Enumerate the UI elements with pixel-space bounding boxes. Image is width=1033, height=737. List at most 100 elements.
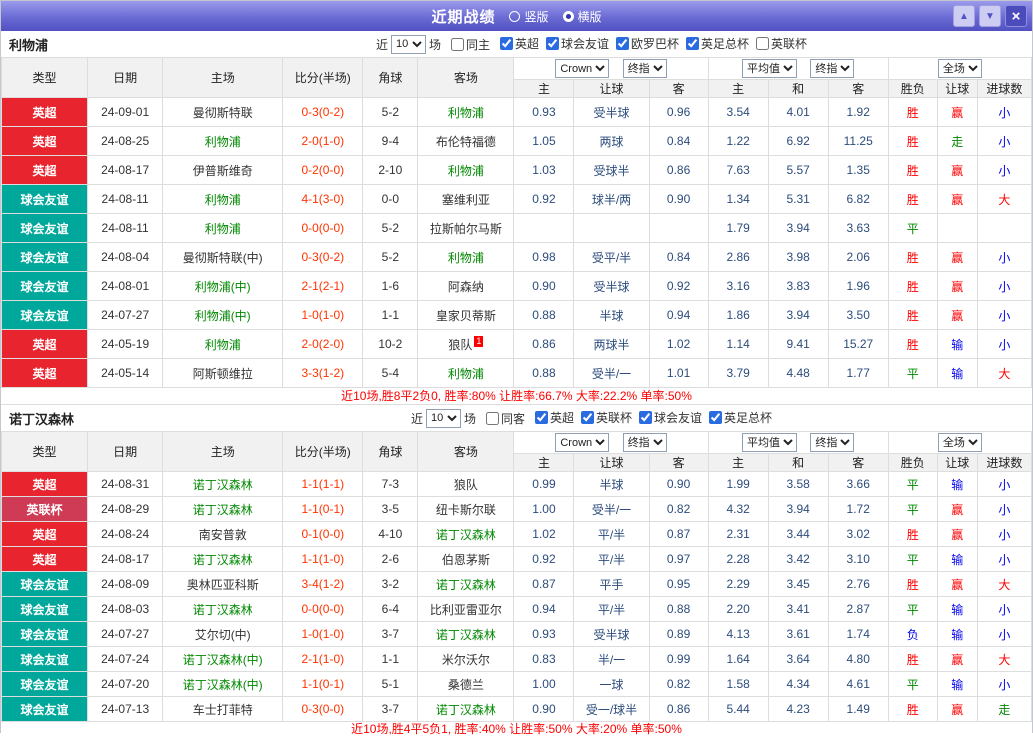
goals-mark: 小 bbox=[976, 271, 1033, 301]
handicap-mark: 输 bbox=[936, 329, 978, 359]
match-row: 英超 24-05-19 利物浦 2-0(2-0) 10-2 狼队 1 0.86 两球半 1.02 1… bbox=[0, 329, 1033, 359]
league-filter[interactable]: 球会友谊 bbox=[632, 409, 702, 426]
home-team: 诺丁汉森林(中) bbox=[162, 671, 284, 697]
subcol-handicap-result: 让球 bbox=[936, 453, 978, 472]
scroll-up-button[interactable]: ▲ bbox=[953, 5, 975, 27]
team-name: 利物浦 bbox=[204, 337, 241, 352]
avg-odds-value: 3.94 bbox=[767, 300, 829, 330]
avg-stage-select[interactable]: 终指 bbox=[810, 433, 855, 452]
odds-value: 0.90 bbox=[648, 471, 709, 497]
league-filter[interactable]: 英联杯 bbox=[574, 409, 632, 426]
same-side-filter[interactable]: 同主 bbox=[444, 36, 490, 53]
avg-odds-value: 2.86 bbox=[707, 242, 769, 272]
league-checkbox[interactable] bbox=[756, 37, 770, 50]
match-row: 英超 24-05-14 阿斯顿维拉 3-3(1-2) 5-4 利物浦 0.88 受半/一 1.0… bbox=[0, 358, 1033, 388]
match-score: 0-2(0-0) bbox=[282, 155, 364, 185]
team-name: 阿森纳 bbox=[447, 279, 484, 294]
league-checkbox[interactable] bbox=[534, 411, 548, 424]
league-filter[interactable]: 英超 bbox=[528, 409, 574, 426]
league-checkbox[interactable] bbox=[581, 411, 594, 424]
league-checkbox[interactable] bbox=[639, 411, 653, 424]
team-name: 阿斯顿维拉 bbox=[192, 366, 253, 381]
team-name: 布伦特福德 bbox=[435, 134, 496, 149]
goals-mark: 大 bbox=[976, 184, 1033, 214]
league-filter[interactable]: 欧罗巴杯 bbox=[609, 35, 679, 52]
near-label: 近 bbox=[375, 37, 388, 52]
away-team: 诺丁汉森林 bbox=[417, 621, 515, 647]
result-mark: 负 bbox=[887, 621, 938, 647]
league-checkbox[interactable] bbox=[616, 37, 630, 50]
match-score: 4-1(3-0) bbox=[282, 184, 364, 214]
odds-value: 平手 bbox=[573, 571, 650, 597]
avg-odds-value: 9.41 bbox=[767, 329, 829, 359]
layout-radio-horizontal[interactable]: 横版 bbox=[562, 8, 602, 25]
away-team: 利物浦 bbox=[417, 358, 515, 388]
corner-score: 1-6 bbox=[362, 271, 419, 301]
match-type: 球会友谊 bbox=[0, 596, 89, 622]
odds-stage-select[interactable]: 终指 bbox=[622, 433, 667, 452]
col-score: 比分(半场) bbox=[282, 431, 364, 472]
match-count-select[interactable]: 10 bbox=[425, 408, 461, 428]
team-title: 诺丁汉森林 bbox=[9, 411, 75, 427]
away-team: 利物浦 bbox=[417, 242, 515, 272]
handicap-mark: 赢 bbox=[936, 521, 978, 547]
goals-mark: 小 bbox=[976, 596, 1033, 622]
match-type: 球会友谊 bbox=[0, 242, 89, 272]
corner-score: 3-5 bbox=[362, 496, 419, 522]
bookmaker-select[interactable]: Crown bbox=[555, 433, 610, 452]
layout-radio-vertical[interactable]: 竖版 bbox=[509, 8, 549, 25]
league-filter[interactable]: 英超 bbox=[493, 35, 539, 52]
result-mark: 胜 bbox=[887, 521, 938, 547]
odds-value: 1.00 bbox=[513, 496, 575, 522]
scope-select[interactable]: 全场 bbox=[937, 59, 982, 78]
scope-select[interactable]: 全场 bbox=[937, 433, 982, 452]
match-date: 24-08-04 bbox=[87, 242, 164, 272]
match-count-select[interactable]: 10 bbox=[390, 34, 426, 54]
league-checkbox[interactable] bbox=[546, 37, 559, 50]
odds-stage-select[interactable]: 终指 bbox=[622, 59, 667, 78]
result-mark: 平 bbox=[887, 671, 938, 697]
league-filter[interactable]: 球会友谊 bbox=[539, 35, 609, 52]
odds-value: 受半/一 bbox=[573, 358, 650, 388]
match-date: 24-07-13 bbox=[87, 696, 164, 722]
odds-value: 1.02 bbox=[648, 329, 709, 359]
avg-odds-value: 6.92 bbox=[767, 126, 829, 156]
league-filter[interactable]: 英足总杯 bbox=[702, 409, 772, 426]
home-team: 奥林匹亚科斯 bbox=[162, 571, 284, 597]
same-side-checkbox[interactable] bbox=[450, 37, 464, 51]
avg-odds-value: 3.41 bbox=[767, 596, 829, 622]
odds-value: 0.92 bbox=[513, 184, 575, 214]
same-side-filter[interactable]: 同客 bbox=[479, 410, 525, 427]
avg-odds-value: 3.54 bbox=[707, 97, 769, 127]
odds-value: 一球 bbox=[573, 671, 650, 697]
col-type: 类型 bbox=[0, 57, 89, 98]
average-select[interactable]: 平均值 bbox=[742, 59, 797, 78]
record-summary: 近10场,胜8平2负0, 胜率:80% 让胜率:66.7% 大率:22.2% 单… bbox=[341, 389, 692, 403]
avg-odds-value: 3.02 bbox=[827, 521, 889, 547]
odds-value: 0.87 bbox=[648, 521, 709, 547]
same-side-checkbox[interactable] bbox=[485, 411, 499, 425]
close-button[interactable]: × bbox=[1005, 5, 1027, 27]
scroll-down-button[interactable]: ▼ bbox=[979, 5, 1001, 27]
league-filter[interactable]: 英足总杯 bbox=[679, 35, 749, 52]
result-mark: 胜 bbox=[887, 696, 938, 722]
avg-odds-value: 3.58 bbox=[767, 471, 829, 497]
odds-value: 0.94 bbox=[648, 300, 709, 330]
col-corner: 角球 bbox=[362, 57, 419, 98]
average-select[interactable]: 平均值 bbox=[742, 433, 797, 452]
handicap-mark: 赢 bbox=[936, 571, 978, 597]
goals-mark: 小 bbox=[976, 671, 1033, 697]
odds-value: 半/一 bbox=[573, 646, 650, 672]
league-filter[interactable]: 英联杯 bbox=[749, 35, 807, 52]
league-checkbox[interactable] bbox=[686, 37, 700, 50]
bookmaker-select[interactable]: Crown bbox=[555, 59, 610, 78]
result-mark: 平 bbox=[887, 358, 938, 388]
goals-mark: 小 bbox=[976, 621, 1033, 647]
league-checkbox[interactable] bbox=[709, 411, 723, 424]
subcol-avg-draw: 和 bbox=[767, 453, 829, 472]
odds-value: 0.95 bbox=[648, 571, 709, 597]
home-team: 阿斯顿维拉 bbox=[162, 358, 284, 388]
avg-odds-value: 3.44 bbox=[767, 521, 829, 547]
league-checkbox[interactable] bbox=[499, 37, 513, 50]
avg-stage-select[interactable]: 终指 bbox=[810, 59, 855, 78]
